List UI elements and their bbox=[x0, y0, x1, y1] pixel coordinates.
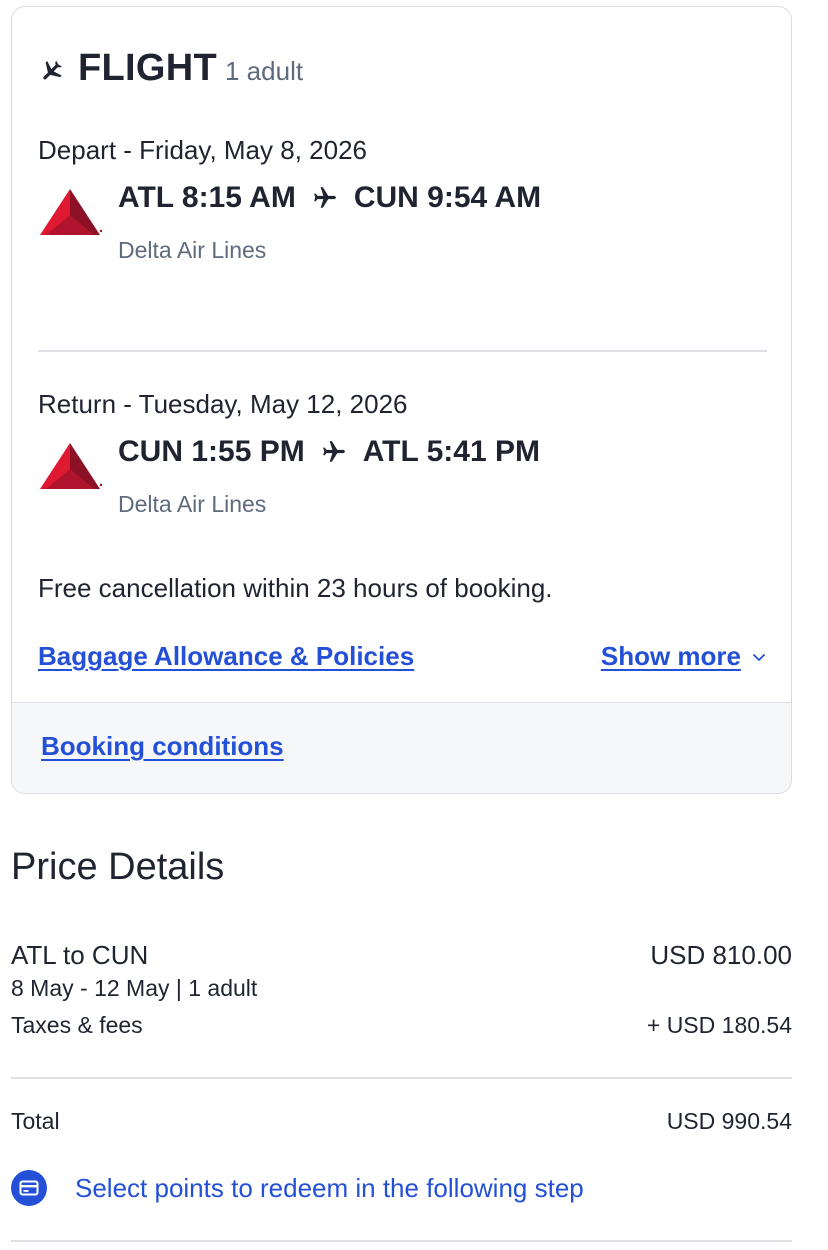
delta-logo-icon bbox=[40, 189, 102, 235]
total-value: USD 990.54 bbox=[666, 1108, 792, 1134]
airplane-icon bbox=[322, 441, 345, 462]
airplane-icon bbox=[43, 61, 62, 80]
points-text: Select points to redeem in the following… bbox=[75, 1172, 584, 1203]
total-label: Total bbox=[11, 1108, 60, 1134]
dates-row: 8 May - 12 May | 1 adult bbox=[11, 975, 792, 1002]
passenger-count: 1 adult bbox=[225, 56, 304, 86]
airplane-icon bbox=[313, 187, 336, 208]
flight-title: FLIGHT bbox=[78, 47, 217, 89]
depart-destination: CUN 9:54 AM bbox=[353, 181, 542, 214]
return-airline: Delta Air Lines bbox=[118, 491, 267, 517]
total-row: Total USD 990.54 bbox=[11, 1108, 792, 1135]
baggage-policy-link[interactable]: Baggage Allowance & Policies bbox=[38, 641, 414, 672]
show-more-label: Show more bbox=[600, 641, 741, 671]
depart-route: ATL 8:15 AM CUN 9:54 AM bbox=[118, 181, 541, 215]
return-route: CUN 1:55 PM ATL 5:41 PM bbox=[118, 435, 540, 469]
taxes-row: Taxes & fees + USD 180.54 bbox=[11, 1012, 792, 1039]
show-more-button[interactable]: Show more bbox=[601, 641, 767, 672]
price-divider bbox=[11, 1077, 792, 1079]
delta-logo-icon bbox=[40, 443, 102, 489]
leg-divider bbox=[38, 350, 767, 352]
price-details-title: Price Details bbox=[11, 846, 225, 888]
route-price-row: ATL to CUN USD 810.00 bbox=[11, 940, 792, 971]
taxes-value: + USD 180.54 bbox=[646, 1012, 792, 1038]
card-footer: Booking conditions bbox=[12, 702, 791, 793]
booking-conditions-link[interactable]: Booking conditions bbox=[41, 731, 284, 762]
bottom-divider bbox=[11, 1240, 792, 1242]
return-date: Return - Tuesday, May 12, 2026 bbox=[38, 389, 408, 419]
chevron-down-icon bbox=[753, 653, 765, 661]
depart-date: Depart - Friday, May 8, 2026 bbox=[38, 135, 367, 165]
dates-passengers: 8 May - 12 May | 1 adult bbox=[11, 975, 258, 1001]
depart-airline: Delta Air Lines bbox=[118, 237, 267, 263]
return-origin: CUN 1:55 PM bbox=[118, 435, 305, 468]
credit-card-icon bbox=[11, 1170, 47, 1206]
cancellation-note: Free cancellation within 23 hours of boo… bbox=[38, 573, 553, 603]
depart-origin: ATL 8:15 AM bbox=[118, 181, 296, 214]
route-price: USD 810.00 bbox=[650, 940, 792, 970]
flight-header: FLIGHT 1 adult bbox=[38, 47, 303, 90]
route-label: ATL to CUN bbox=[11, 940, 149, 970]
taxes-label: Taxes & fees bbox=[11, 1012, 143, 1038]
points-redeem-note: Select points to redeem in the following… bbox=[11, 1170, 584, 1206]
flight-card: FLIGHT 1 adult Depart - Friday, May 8, 2… bbox=[11, 6, 792, 794]
return-destination: ATL 5:41 PM bbox=[362, 435, 540, 468]
